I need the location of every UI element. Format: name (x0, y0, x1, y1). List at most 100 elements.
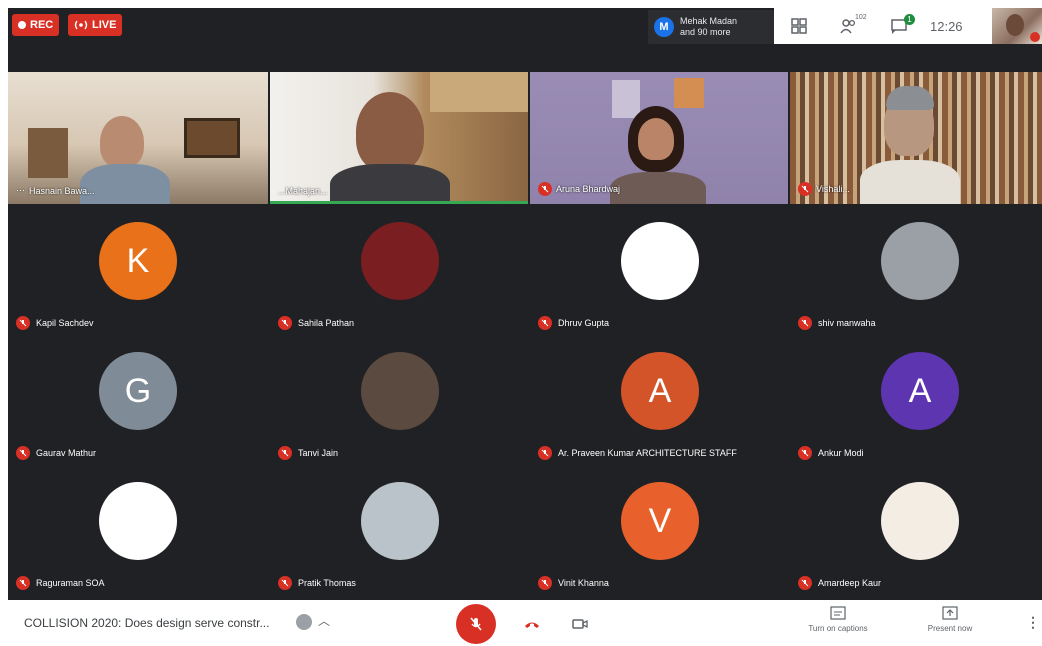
participants-count: 102 (855, 14, 867, 21)
participant-name: Kapil Sachdev (16, 316, 94, 330)
captions-icon (830, 606, 846, 620)
presenter-name: Mehak Madan (680, 16, 738, 26)
participant-name: Gaurav Mathur (16, 446, 96, 460)
participant-name: shiv manwaha (798, 316, 876, 330)
participant-name-label: Sahila Pathan (298, 318, 355, 328)
video-tile[interactable]: Aruna Bhardwaj (530, 72, 788, 204)
present-button[interactable]: Present now (920, 606, 980, 633)
mic-off-icon (16, 316, 30, 330)
video-tile[interactable]: ⋯ Hasnain Bawa... (8, 72, 268, 204)
meeting-stage: REC LIVE M Mehak Madan and 90 more 102 1 (8, 8, 1042, 600)
mic-off-icon (538, 182, 552, 196)
video-name: Aruna Bhardwaj (538, 182, 620, 196)
participant-avatar (621, 222, 699, 300)
participant-name: Ar. Praveen Kumar ARCHITECTURE STAFF (538, 446, 737, 460)
video-name-label: Hasnain Bawa... (29, 185, 95, 196)
mic-toggle-button[interactable] (456, 604, 496, 644)
layout-button[interactable] (774, 8, 824, 44)
live-label: LIVE (92, 19, 117, 31)
participant-avatar (361, 352, 439, 430)
live-badge: LIVE (68, 14, 123, 36)
meeting-details-icon[interactable] (296, 614, 312, 630)
participant-name: Dhruv Gupta (538, 316, 609, 330)
chat-button[interactable]: 1 (874, 8, 924, 44)
mic-off-icon (470, 617, 482, 631)
video-tile[interactable]: ...Mahajan... (270, 72, 528, 204)
participant-name: Raguraman SOA (16, 576, 105, 590)
speaking-indicator (270, 201, 528, 204)
participant-name-label: Kapil Sachdev (36, 318, 94, 328)
participant-name-label: Dhruv Gupta (558, 318, 610, 328)
participant-avatar (361, 222, 439, 300)
participant-tile[interactable]: A Ankur Modi (790, 338, 1042, 468)
present-label: Present now (927, 624, 973, 633)
participant-avatar (361, 482, 439, 560)
video-tile[interactable]: Vishali... (790, 72, 1042, 204)
participant-avatar: V (621, 482, 699, 560)
participant-avatar (881, 222, 959, 300)
mic-off-icon (16, 576, 30, 590)
participant-name: Pratik Thomas (278, 576, 356, 590)
phone-hangup-icon (525, 622, 539, 628)
self-view-thumbnail[interactable] (992, 8, 1042, 44)
participant-tile[interactable]: K Kapil Sachdev (8, 208, 268, 338)
captions-button[interactable]: Turn on captions (798, 606, 878, 633)
participant-tile[interactable]: Raguraman SOA (8, 468, 268, 598)
leave-call-button[interactable] (512, 604, 552, 644)
camera-toggle-button[interactable] (560, 604, 600, 644)
participant-avatar (881, 482, 959, 560)
participant-tile[interactable]: G Gaurav Mathur (8, 338, 268, 468)
participant-name-label: Tanvi Jain (298, 448, 339, 458)
mic-off-icon (798, 446, 812, 460)
participant-tile[interactable]: Amardeep Kaur (790, 468, 1042, 598)
participant-tile[interactable]: A Ar. Praveen Kumar ARCHITECTURE STAFF (530, 338, 790, 468)
participant-name-label: Vinit Khanna (558, 578, 609, 588)
top-bar: REC LIVE M Mehak Madan and 90 more 102 1 (8, 8, 1042, 72)
participant-avatar: G (99, 352, 177, 430)
participant-name-label: shiv manwaha (818, 318, 876, 328)
top-toolbar: 102 1 12:26 (774, 8, 992, 44)
participant-tile[interactable]: Sahila Pathan (270, 208, 530, 338)
participant-name: Sahila Pathan (278, 316, 354, 330)
mic-off-icon (798, 316, 812, 330)
participant-name: Vinit Khanna (538, 576, 609, 590)
chat-badge: 1 (904, 14, 915, 25)
recording-label: REC (30, 19, 54, 31)
participant-tile[interactable]: Tanvi Jain (270, 338, 530, 468)
pin-icon: ⋯ (16, 185, 25, 195)
participants-button[interactable]: 102 (824, 8, 874, 44)
participant-name-label: Amardeep Kaur (818, 578, 882, 588)
camera-icon (572, 619, 588, 629)
mic-off-icon (16, 446, 30, 460)
participant-name: Tanvi Jain (278, 446, 338, 460)
video-name-label: Vishali... (816, 184, 850, 194)
presenter-text: Mehak Madan and 90 more (680, 16, 737, 38)
participant-tile[interactable]: Dhruv Gupta (530, 208, 790, 338)
bottom-bar: COLLISION 2020: Does design serve constr… (0, 600, 1042, 646)
participant-tile[interactable]: Pratik Thomas (270, 468, 530, 598)
present-icon (942, 606, 958, 620)
presenter-chip[interactable]: M Mehak Madan and 90 more (648, 10, 774, 44)
participant-tile[interactable]: V Vinit Khanna (530, 468, 790, 598)
participant-name-label: Raguraman SOA (36, 578, 105, 588)
participant-tile[interactable]: shiv manwaha (790, 208, 1042, 338)
broadcast-icon (74, 20, 88, 30)
video-name: Vishali... (798, 182, 850, 196)
presenter-avatar: M (654, 17, 674, 37)
mic-off-icon (538, 446, 552, 460)
mic-off-icon (278, 446, 292, 460)
meeting-title[interactable]: COLLISION 2020: Does design serve constr… (24, 616, 269, 630)
more-options-icon[interactable]: ⋮ (1026, 614, 1040, 631)
captions-label: Turn on captions (808, 624, 868, 633)
mic-off-icon (538, 316, 552, 330)
video-name: ...Mahajan... (278, 186, 328, 196)
self-mic-off-icon (1030, 32, 1040, 42)
participant-avatar: K (99, 222, 177, 300)
mic-off-icon (798, 576, 812, 590)
record-dot-icon (18, 21, 26, 29)
mic-off-icon (538, 576, 552, 590)
video-name-label: Aruna Bhardwaj (556, 184, 621, 194)
participant-avatar: A (881, 352, 959, 430)
chevron-up-icon[interactable]: ︿ (318, 612, 330, 629)
video-name-label: ...Mahajan... (278, 186, 328, 196)
